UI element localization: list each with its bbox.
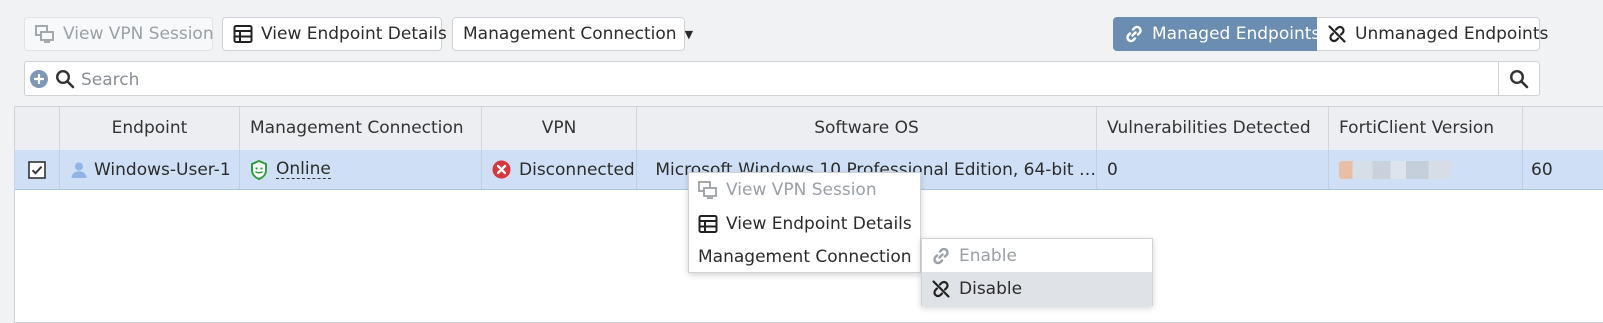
context-management-connection[interactable]: Management Connection ▶ [689, 240, 929, 274]
submenu-disable[interactable]: Disable [922, 272, 1152, 306]
row-checkbox[interactable] [15, 150, 60, 189]
forticlient-shield-icon [251, 159, 267, 180]
column-header-forticlient-version[interactable]: FortiClient Version [1329, 107, 1523, 150]
table-icon [698, 215, 718, 233]
search-submit-icon [1509, 69, 1529, 88]
extra-value: 60 [1531, 159, 1553, 180]
column-header-more[interactable] [1523, 107, 1603, 150]
management-connection-label: Management Connection [463, 24, 677, 44]
search-input[interactable] [79, 65, 1483, 94]
view-endpoint-details-label: View Endpoint Details [261, 24, 447, 44]
table-header: Endpoint Management Connection VPN Softw… [15, 107, 1603, 151]
column-header-software-os[interactable]: Software OS [637, 107, 1097, 150]
management-connection-dropdown[interactable]: Management Connection ▼ [452, 17, 693, 51]
unmanaged-endpoints-toggle[interactable]: Unmanaged Endpoints [1317, 17, 1548, 51]
vpn-status: Disconnected [519, 159, 635, 180]
search-icon [55, 69, 75, 89]
redacted-version [1339, 160, 1451, 179]
link-icon [933, 247, 949, 265]
cell-vpn[interactable]: Disconnected [482, 150, 637, 189]
vulnerability-count: 0 [1107, 159, 1118, 180]
vpn-session-icon [698, 181, 717, 199]
caret-down-icon: ▼ [684, 27, 694, 41]
context-management-connection-label: Management Connection [698, 247, 912, 267]
endpoint-name: Windows-User-1 [94, 159, 231, 180]
unlink-icon [1328, 25, 1346, 43]
context-view-vpn-session-label: View VPN Session [726, 180, 877, 200]
view-vpn-session-button[interactable]: View VPN Session [24, 17, 214, 51]
vpn-session-icon [35, 25, 54, 43]
cell-vulnerabilities[interactable]: 0 [1097, 150, 1329, 189]
management-connection-submenu: Enable Disable [921, 238, 1153, 306]
disconnected-x-icon [492, 160, 511, 179]
search-submit-button[interactable] [1498, 62, 1539, 95]
column-header-vulnerabilities[interactable]: Vulnerabilities Detected [1097, 107, 1329, 150]
managed-endpoints-label: Managed Endpoints [1152, 24, 1321, 44]
column-header-endpoint[interactable]: Endpoint [60, 107, 240, 150]
column-header-vpn[interactable]: VPN [482, 107, 637, 150]
view-vpn-session-label: View VPN Session [63, 24, 214, 44]
submenu-disable-label: Disable [959, 279, 1023, 299]
context-view-vpn-session[interactable]: View VPN Session [689, 173, 920, 207]
checkbox-checked-icon [28, 160, 46, 179]
add-filter-icon[interactable] [29, 69, 49, 89]
cell-management-connection[interactable]: Online [240, 150, 482, 189]
user-icon [71, 162, 87, 178]
connection-status[interactable]: Online [276, 160, 331, 179]
submenu-enable[interactable]: Enable [922, 239, 1152, 273]
unmanaged-endpoints-label: Unmanaged Endpoints [1355, 24, 1549, 44]
context-view-endpoint-details-label: View Endpoint Details [726, 214, 912, 234]
table-icon [233, 25, 253, 43]
unlink-icon [932, 280, 950, 298]
cell-endpoint[interactable]: Windows-User-1 [60, 150, 240, 189]
search-bar [24, 61, 1540, 96]
context-view-endpoint-details[interactable]: View Endpoint Details [689, 207, 920, 241]
submenu-enable-label: Enable [959, 246, 1017, 266]
context-menu: View VPN Session View Endpoint Details M… [688, 172, 929, 274]
select-all-column[interactable] [15, 107, 60, 150]
view-endpoint-details-button[interactable]: View Endpoint Details [222, 17, 447, 51]
cell-extra[interactable]: 60 [1523, 150, 1603, 189]
column-header-management-connection[interactable]: Management Connection [240, 107, 482, 150]
managed-endpoints-toggle[interactable]: Managed Endpoints [1113, 17, 1321, 51]
cell-forticlient-version[interactable] [1329, 150, 1523, 189]
link-icon [1126, 25, 1142, 43]
